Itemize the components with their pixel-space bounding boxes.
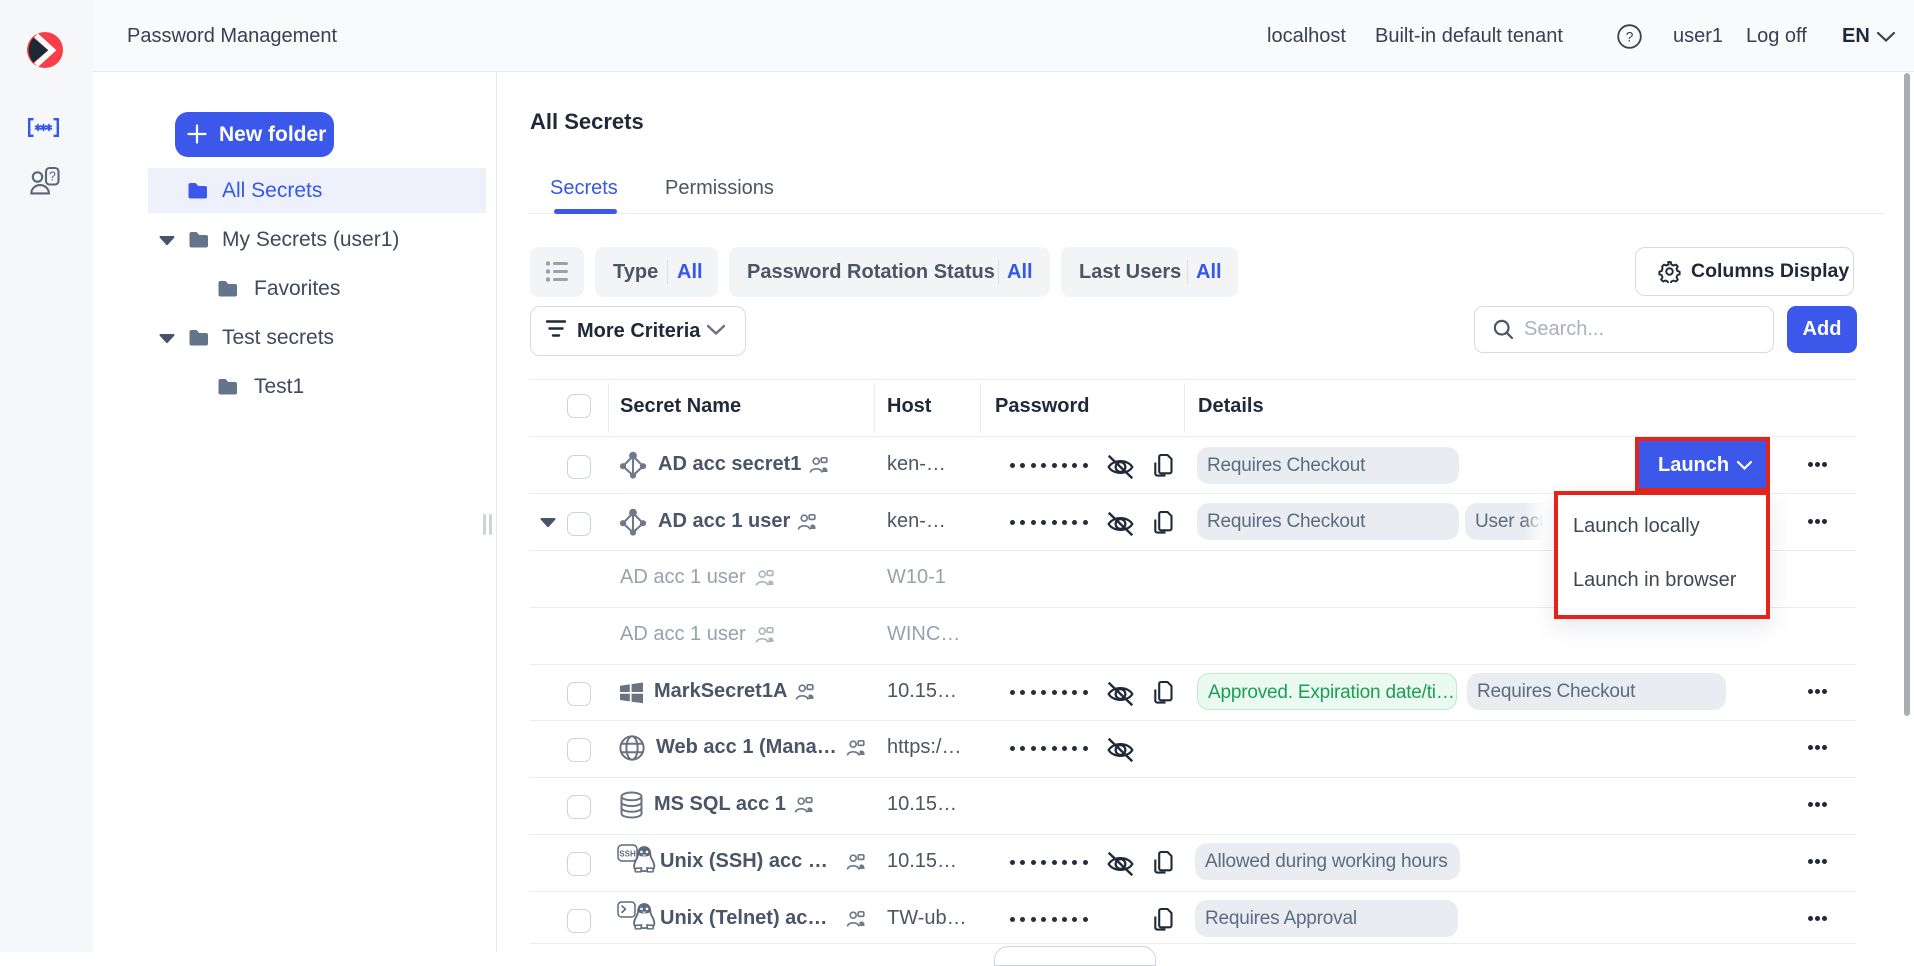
svg-text:SSH: SSH [619, 850, 636, 859]
svg-text:?: ? [49, 170, 56, 184]
svg-text:?: ? [1626, 29, 1634, 45]
